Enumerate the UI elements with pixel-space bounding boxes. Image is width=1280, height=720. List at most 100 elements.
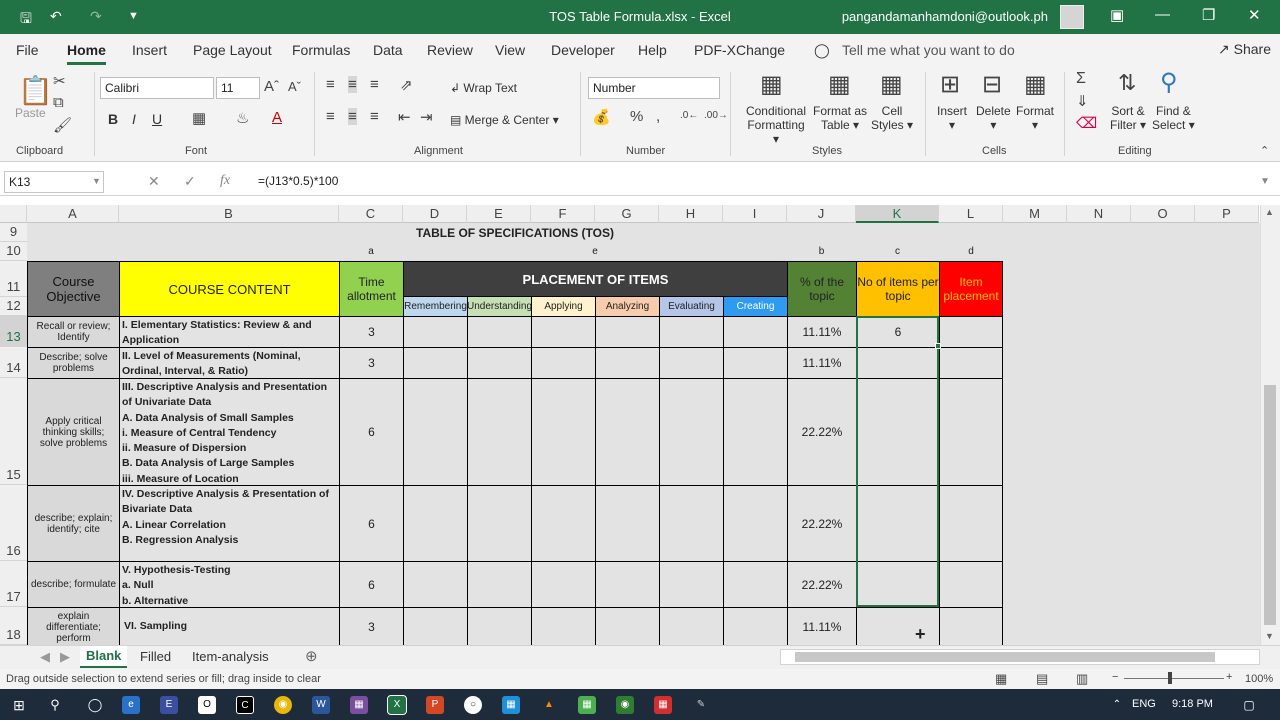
items-per-topic-cell[interactable] [856, 378, 940, 486]
delete-cells-button[interactable]: Delete ▾ [976, 104, 1011, 132]
header-placement-of-items[interactable]: PLACEMENT OF ITEMS [403, 261, 788, 297]
placement-cell[interactable] [659, 485, 724, 562]
percent-topic-cell[interactable]: 22.22% [787, 561, 857, 608]
fill-icon[interactable]: ⇓ [1076, 92, 1089, 110]
word-icon[interactable]: W [312, 696, 330, 714]
task-view-icon[interactable]: ◯ [86, 696, 104, 714]
close-icon[interactable]: ✕ [1248, 6, 1261, 24]
placement-cell[interactable] [531, 485, 596, 562]
paste-icon[interactable]: 📋 [18, 74, 53, 107]
placement-cell[interactable] [467, 561, 532, 608]
format-painter-icon[interactable]: 🖌 [53, 116, 72, 134]
comma-icon[interactable]: , [656, 108, 660, 125]
scroll-thumb[interactable] [1264, 385, 1276, 625]
placement-cell[interactable] [531, 316, 596, 348]
h-scroll-thumb[interactable] [795, 652, 1215, 662]
placement-cell[interactable] [467, 485, 532, 562]
item-placement-cell[interactable] [939, 607, 1003, 646]
sheet-tab-filled[interactable]: Filled [140, 649, 171, 664]
items-per-topic-cell[interactable] [856, 607, 940, 646]
align-right-icon[interactable]: ≡ [370, 108, 379, 125]
zoom-out-icon[interactable]: − [1112, 671, 1118, 683]
placement-cell[interactable] [403, 607, 468, 646]
item-placement-cell[interactable] [939, 316, 1003, 348]
tab-insert[interactable]: Insert [132, 42, 167, 58]
placement-cell[interactable] [403, 316, 468, 348]
column-header[interactable]: D [403, 205, 467, 223]
tab-formulas[interactable]: Formulas [292, 42, 350, 58]
level-understanding[interactable]: Understanding [467, 296, 532, 317]
placement-cell[interactable] [531, 607, 596, 646]
header-items-per-topic[interactable]: No of items per topic [856, 261, 940, 317]
header-course-objective[interactable]: Course Objective [27, 261, 120, 317]
borders-icon[interactable]: ▦ [192, 109, 206, 127]
clock[interactable]: 9:18 PM [1172, 698, 1213, 710]
placement-cell[interactable] [403, 485, 468, 562]
column-header[interactable]: E [467, 205, 531, 223]
zoom-slider[interactable] [1124, 678, 1224, 679]
font-color-icon[interactable]: A [272, 109, 282, 126]
row-header[interactable]: 13 [0, 316, 27, 347]
row-header[interactable]: 9 [0, 223, 27, 242]
header-item-placement[interactable]: Item placement [939, 261, 1003, 317]
app-icon[interactable]: ○ [464, 696, 482, 714]
placement-cell[interactable] [531, 561, 596, 608]
vlc-icon[interactable]: ▲ [540, 696, 558, 714]
sort-filter-icon[interactable]: ⇅ [1118, 70, 1136, 96]
conditional-formatting-icon[interactable]: ▦ [760, 70, 783, 99]
placement-cell[interactable] [595, 316, 660, 348]
fill-handle[interactable] [935, 343, 941, 349]
placement-cell[interactable] [723, 378, 788, 486]
cell-label[interactable]: b [787, 242, 856, 261]
tab-data[interactable]: Data [373, 42, 403, 58]
zoom-level[interactable]: 100% [1245, 673, 1273, 685]
item-placement-cell[interactable] [939, 347, 1003, 379]
find-select-icon[interactable]: ⚲ [1160, 68, 1178, 97]
items-per-topic-cell[interactable]: 6 [856, 316, 940, 348]
name-box[interactable]: K13 [4, 171, 104, 193]
italic-button[interactable]: I [132, 111, 136, 127]
page-layout-view-icon[interactable]: ▤ [1036, 671, 1048, 687]
zoom-in-icon[interactable]: + [1226, 671, 1232, 683]
format-cells-button[interactable]: Format ▾ [1016, 104, 1054, 132]
decrease-indent-icon[interactable]: ⇤ [398, 108, 411, 126]
level-remembering[interactable]: Remembering [403, 296, 468, 317]
item-placement-cell[interactable] [939, 378, 1003, 486]
align-middle-icon[interactable]: ≡ [348, 76, 357, 93]
insert-function-icon[interactable]: fx [220, 173, 230, 189]
placement-cell[interactable] [467, 607, 532, 646]
tab-developer[interactable]: Developer [551, 42, 615, 58]
column-header[interactable]: N [1067, 205, 1131, 223]
search-icon[interactable]: ⚲ [46, 696, 64, 714]
align-left-icon[interactable]: ≡ [326, 108, 335, 125]
placement-cell[interactable] [467, 378, 532, 486]
course-content-cell[interactable]: I. Elementary Statistics: Review & and A… [119, 316, 340, 348]
course-content-cell[interactable]: VI. Sampling [119, 607, 340, 646]
row-header[interactable]: 18 [0, 607, 27, 645]
horizontal-scrollbar[interactable] [780, 649, 1260, 665]
course-content-cell[interactable]: III. Descriptive Analysis and Presentati… [119, 378, 340, 486]
column-header[interactable]: L [939, 205, 1003, 223]
placement-cell[interactable] [723, 485, 788, 562]
cancel-icon[interactable]: ✕ [148, 173, 160, 190]
course-objective-cell[interactable]: describe; explain; identify; cite [27, 485, 120, 562]
course-content-cell[interactable]: II. Level of Measurements (Nominal, Ordi… [119, 347, 340, 379]
column-header[interactable]: I [723, 205, 787, 223]
add-sheet-icon[interactable]: ⊕ [305, 647, 318, 665]
placement-cell[interactable] [723, 347, 788, 379]
scroll-down-icon[interactable]: ▼ [1265, 631, 1274, 641]
placement-cell[interactable] [723, 607, 788, 646]
zoom-thumb[interactable] [1168, 672, 1172, 684]
tab-file[interactable]: File [16, 42, 39, 58]
sort-filter-button[interactable]: Sort & Filter ▾ [1110, 104, 1146, 132]
column-header[interactable]: J [787, 205, 856, 223]
avatar[interactable] [1060, 5, 1084, 29]
column-header[interactable]: H [659, 205, 723, 223]
accounting-icon[interactable]: 💰 [592, 108, 611, 126]
column-header[interactable]: G [595, 205, 659, 223]
placement-cell[interactable] [531, 347, 596, 379]
align-top-icon[interactable]: ≡ [326, 76, 335, 93]
cell-label[interactable]: c [856, 242, 939, 261]
decrease-decimal-icon[interactable]: .00→ [704, 110, 728, 121]
placement-cell[interactable] [659, 316, 724, 348]
